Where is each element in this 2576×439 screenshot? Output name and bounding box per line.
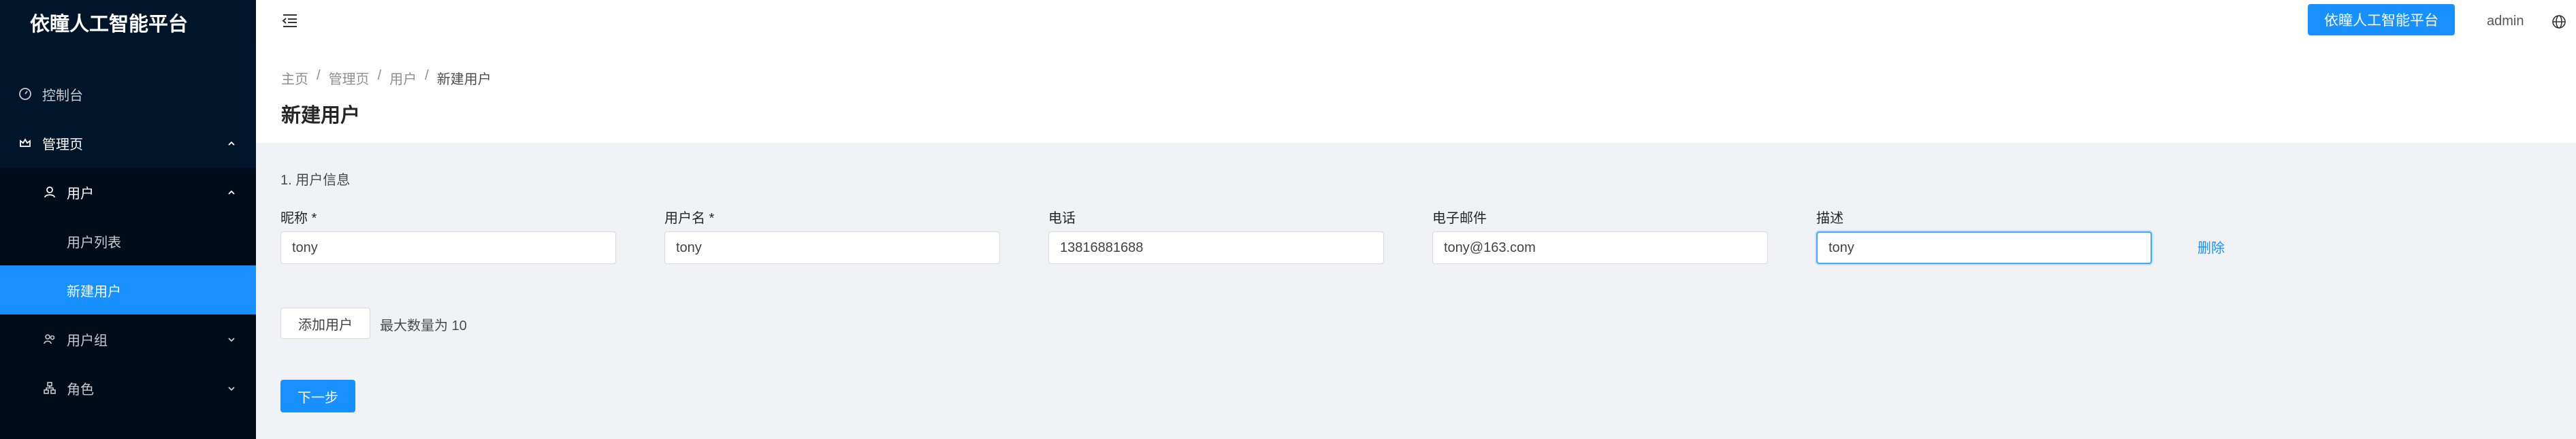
menu-fold-icon[interactable] <box>280 11 300 30</box>
breadcrumb-separator: / <box>377 68 382 83</box>
page-header: 主页 / 管理页 / 用户 / 新建用户 新建用户 <box>256 44 2576 143</box>
breadcrumb-separator: / <box>317 68 321 83</box>
breadcrumb-current: 新建用户 <box>436 72 492 87</box>
chevron-up-icon <box>226 186 237 197</box>
breadcrumb: 主页 / 管理页 / 用户 / 新建用户 <box>281 68 492 88</box>
sidebar-item-user-list[interactable]: 用户列表 <box>0 216 256 265</box>
username[interactable]: admin <box>2487 11 2524 31</box>
description-input[interactable] <box>1816 231 2152 264</box>
page-title: 新建用户 <box>281 105 361 127</box>
username-input[interactable] <box>664 231 1000 264</box>
sidebar-item-label: 管理页 <box>42 137 83 152</box>
sidebar-item-user[interactable]: 用户 <box>0 167 256 216</box>
sidebar-item-user-group[interactable]: 用户组 <box>0 314 256 363</box>
delete-row-link[interactable]: 删除 <box>2197 237 2225 257</box>
sidebar-item-label: 用户 <box>67 186 94 201</box>
sidebar-item-label: 用户列表 <box>67 235 121 250</box>
dashboard-icon <box>18 86 33 101</box>
chevron-up-icon <box>226 137 237 148</box>
sidebar-item-role[interactable]: 角色 <box>0 363 256 412</box>
global-icon[interactable] <box>2551 14 2567 30</box>
sidebar-item-label: 角色 <box>67 382 94 397</box>
description-label: 描述 <box>1816 211 1844 226</box>
crown-icon <box>18 135 33 150</box>
chevron-down-icon <box>226 383 237 393</box>
nickname-input[interactable] <box>280 231 616 264</box>
phone-input[interactable] <box>1048 231 1384 264</box>
phone-label: 电话 <box>1048 211 1076 226</box>
username-label: 用户名 * <box>664 211 715 226</box>
sidebar-item-new-user[interactable]: 新建用户 <box>0 265 256 314</box>
sidebar-item-dashboard[interactable]: 控制台 <box>0 69 256 118</box>
email-input[interactable] <box>1432 231 1768 264</box>
add-user-button[interactable]: 添加用户 <box>280 308 370 339</box>
user-icon <box>42 184 57 199</box>
breadcrumb-admin[interactable]: 管理页 <box>329 68 370 88</box>
breadcrumb-user[interactable]: 用户 <box>389 68 417 88</box>
email-label: 电子邮件 <box>1432 211 1487 226</box>
platform-button[interactable]: 依瞳人工智能平台 <box>2308 4 2455 35</box>
chevron-down-icon <box>226 334 237 344</box>
sidebar-item-label: 新建用户 <box>67 284 121 299</box>
max-count-note: 最大数量为 10 <box>380 319 467 334</box>
app-logo-title[interactable]: 依瞳人工智能平台 <box>30 7 188 42</box>
next-step-button[interactable]: 下一步 <box>280 380 355 412</box>
sidebar-item-label: 控制台 <box>42 88 83 103</box>
top-header: 依瞳人工智能平台 admin <box>256 0 2576 44</box>
section-title: 1. 用户信息 <box>280 173 351 188</box>
breadcrumb-separator: / <box>425 68 429 83</box>
cluster-icon <box>42 380 57 395</box>
sidebar-item-label: 用户组 <box>67 333 108 348</box>
team-icon <box>42 331 57 346</box>
sidebar: 依瞳人工智能平台 控制台 管理页 用户 用户列表 新建用户 用户组 角色 <box>0 0 256 439</box>
nickname-label: 昵称 * <box>280 211 317 226</box>
sidebar-item-admin[interactable]: 管理页 <box>0 118 256 167</box>
breadcrumb-home[interactable]: 主页 <box>281 68 308 88</box>
